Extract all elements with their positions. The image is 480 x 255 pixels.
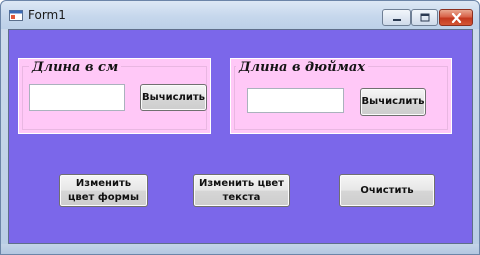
window-bottom-border	[1, 244, 479, 254]
minimize-button[interactable]	[382, 9, 411, 26]
title-bar[interactable]: Form1	[1, 1, 479, 29]
calculate-inches-button[interactable]: Вычислить	[360, 88, 426, 116]
group-length-cm: Длина в см Вычислить	[18, 58, 211, 134]
calculate-cm-button[interactable]: Вычислить	[140, 84, 207, 111]
close-icon	[451, 12, 461, 23]
group-length-inches: Длина в дюймах Вычислить	[230, 58, 452, 134]
change-form-color-button[interactable]: Изменить цвет формы	[59, 174, 148, 207]
cm-input[interactable]	[29, 84, 125, 111]
form-icon	[9, 10, 23, 21]
minimize-icon	[392, 18, 401, 21]
group-title-cm: Длина в см	[29, 60, 122, 75]
window-title: Form1	[28, 8, 66, 22]
clear-button[interactable]: Очистить	[339, 174, 435, 207]
maximize-icon	[420, 13, 429, 22]
inches-input[interactable]	[247, 88, 344, 113]
change-text-color-button[interactable]: Изменить цвет текста	[193, 174, 290, 207]
maximize-button[interactable]	[411, 9, 438, 26]
app-window: Form1 Длина в см Вычислить Длина в дюйма…	[0, 0, 480, 255]
form-client-area: Длина в см Вычислить Длина в дюймах Вычи…	[8, 29, 473, 244]
close-button[interactable]	[439, 9, 473, 26]
group-title-inches: Длина в дюймах	[236, 60, 369, 75]
